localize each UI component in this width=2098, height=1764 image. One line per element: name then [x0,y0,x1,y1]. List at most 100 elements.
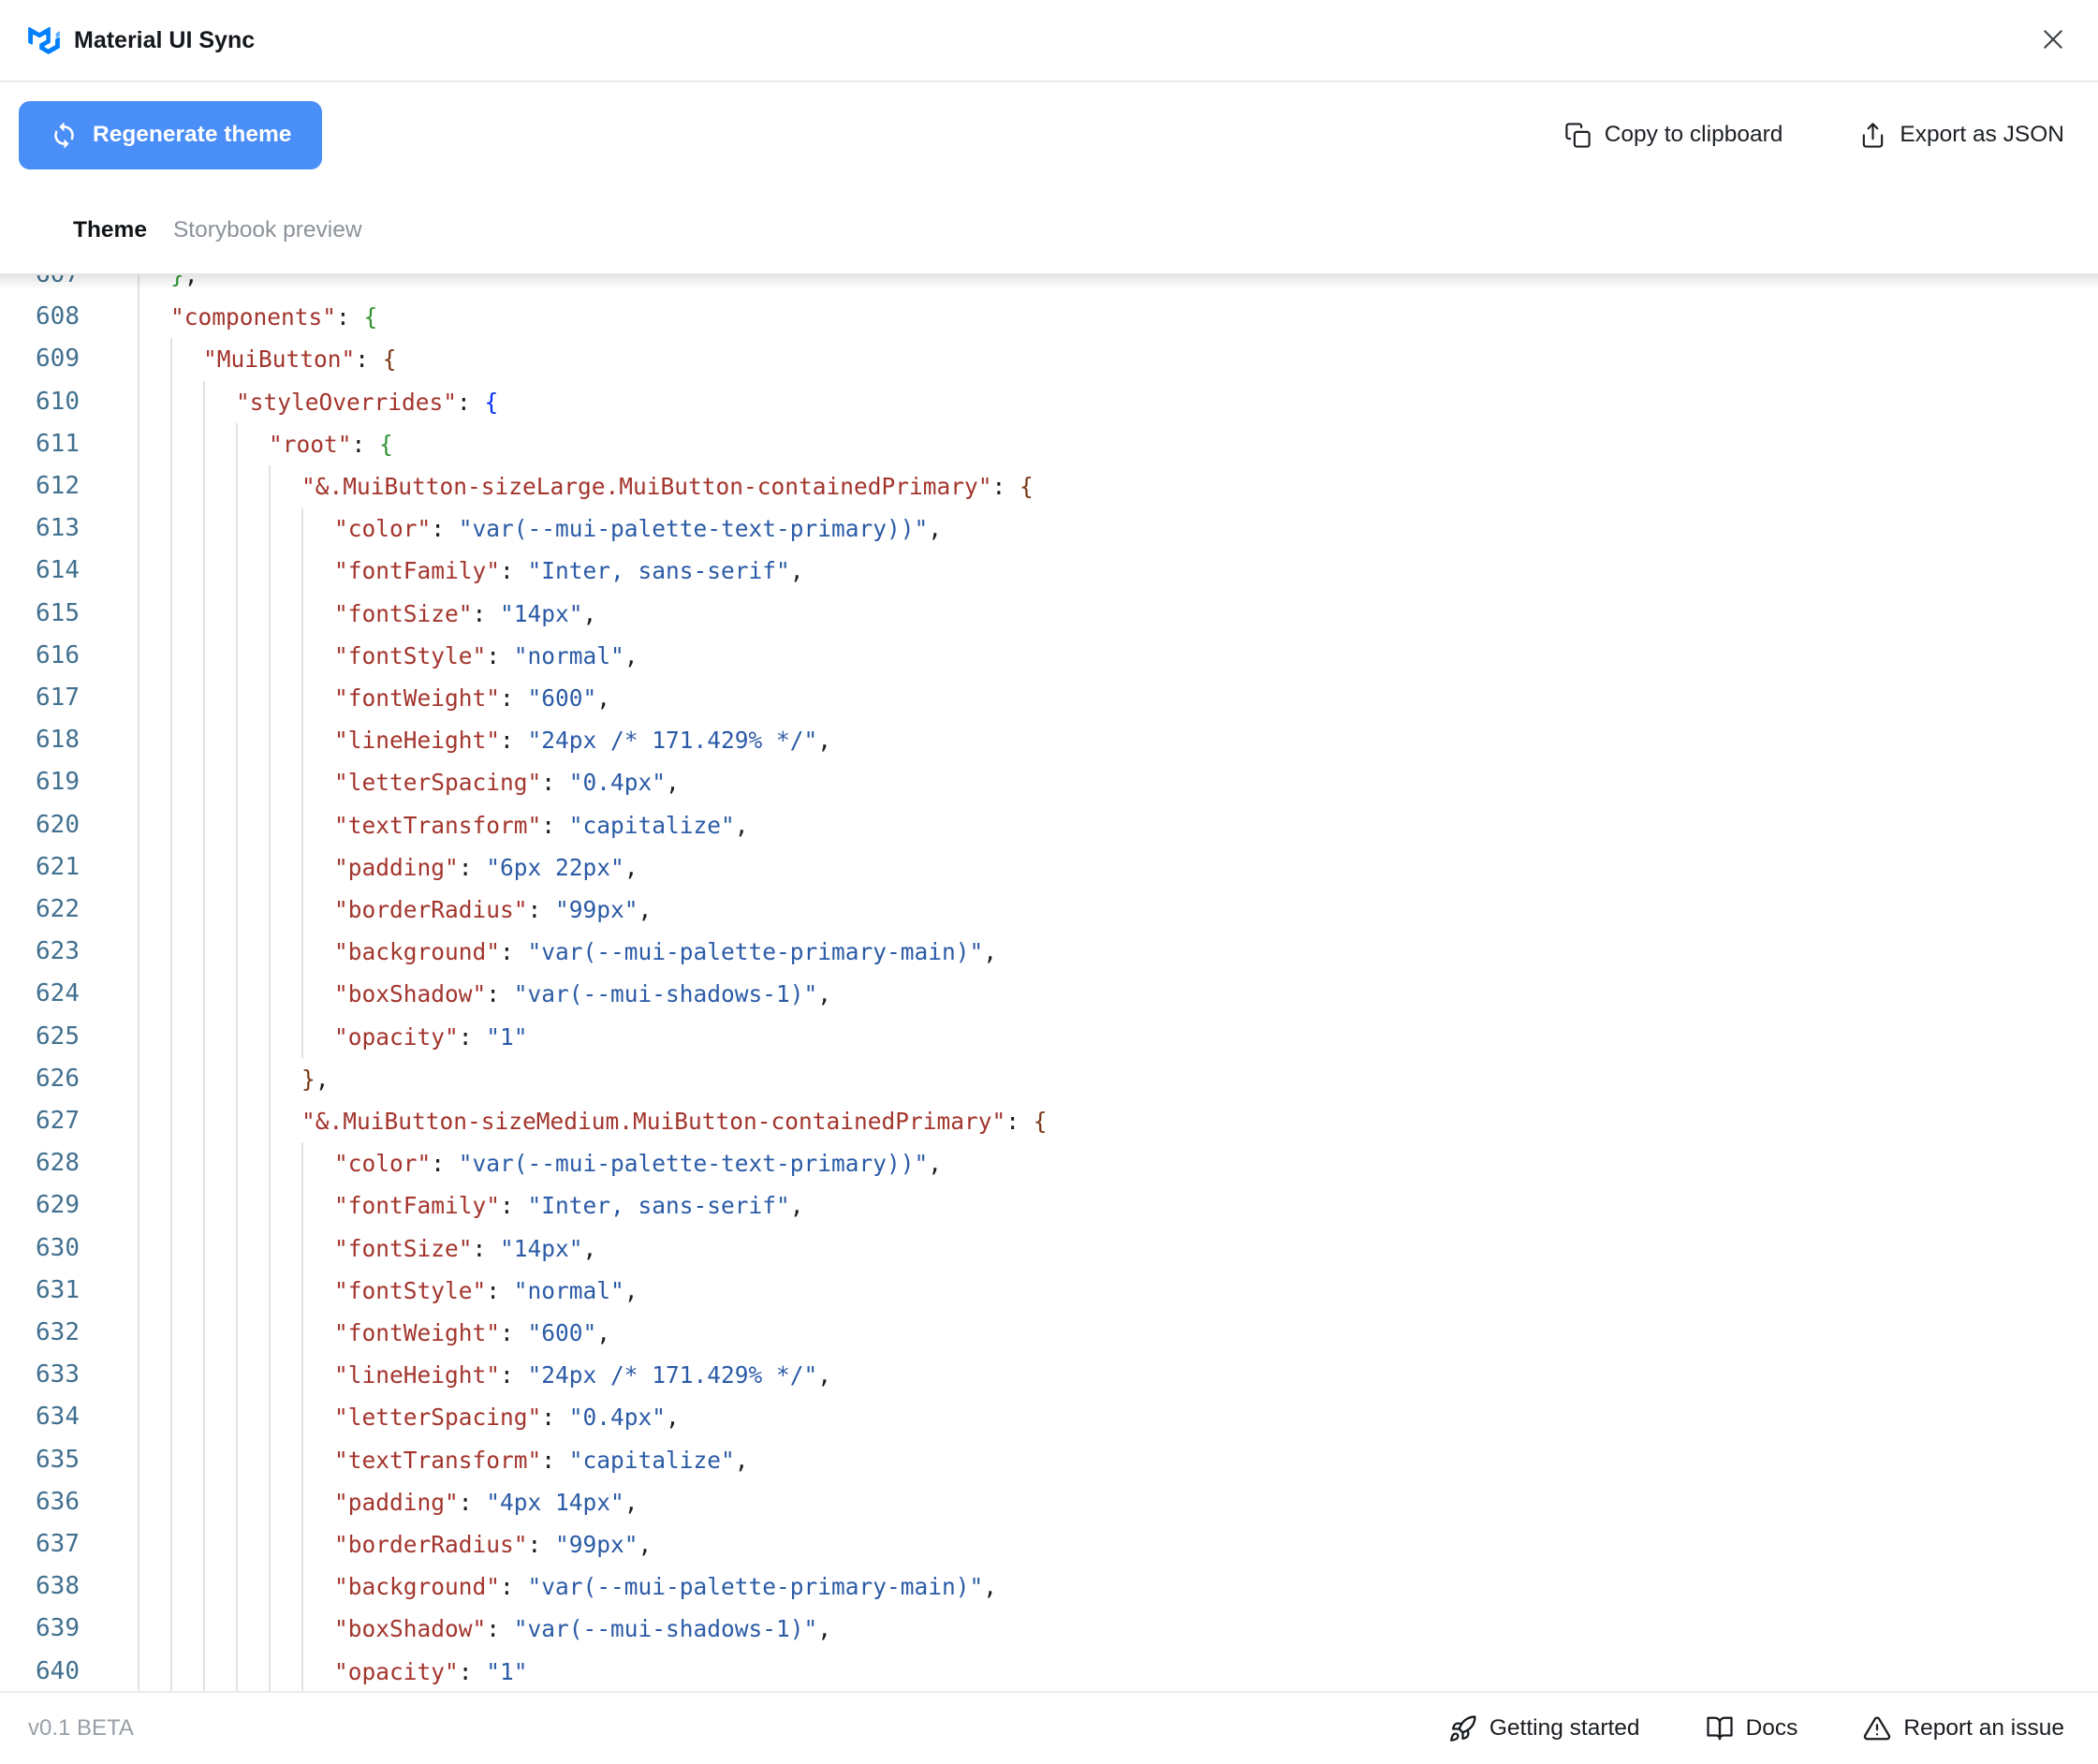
line-number: 635 [36,1445,80,1474]
indent-guide [301,719,303,762]
code-line[interactable]: 610 "styleOverrides": { [0,380,2098,423]
code-line[interactable]: 626}, [0,1057,2098,1100]
indent-guide [170,550,172,593]
code-line[interactable]: 615 "fontSize": "14px", [0,592,2098,635]
indent-guide [269,677,271,720]
code-line[interactable]: 616 "fontStyle": "normal", [0,634,2098,677]
indent-guide [236,1480,238,1523]
line-number: 640 [36,1656,80,1685]
code-line[interactable]: 617 "fontWeight": "600", [0,677,2098,720]
line-number: 639 [36,1614,80,1643]
code-line[interactable]: 632 "fontWeight": "600", [0,1312,2098,1355]
line-number: 631 [36,1275,80,1304]
code-line[interactable]: 639 "boxShadow": "var(--mui-shadows-1)", [0,1608,2098,1651]
close-button[interactable] [2025,11,2081,67]
indent-guide [203,1396,205,1439]
tab-theme[interactable]: Theme [73,217,147,243]
code-line[interactable]: 634 "letterSpacing": "0.4px", [0,1396,2098,1439]
indent-guide [236,1354,238,1397]
indent-guide [138,845,139,889]
indent-guide [203,1269,205,1312]
indent-guide [138,1142,139,1185]
indent-guide [269,465,271,508]
sync-icon [54,121,74,149]
indent-guide [203,1312,205,1355]
code-line[interactable]: 619 "letterSpacing": "0.4px", [0,761,2098,804]
code-line[interactable]: 620 "textTransform": "capitalize", [0,803,2098,846]
line-number: 620 [36,810,80,839]
copy-to-clipboard-button[interactable]: Copy to clipboard [1559,121,1789,150]
indent-guide [269,889,271,932]
indent-guide [301,931,303,974]
code-line[interactable]: 631 "fontStyle": "normal", [0,1269,2098,1312]
line-number: 627 [36,1107,80,1135]
indent-guide [170,507,172,551]
code-text: "background": "var(--mui-palette-primary… [334,938,998,966]
export-as-json-button[interactable]: Export as JSON [1854,121,2070,150]
code-line[interactable]: 636 "padding": "4px 14px", [0,1480,2098,1523]
code-text: "fontFamily": "Inter, sans-serif", [334,1192,804,1220]
indent-guide [203,1354,205,1397]
indent-guide [138,1312,139,1355]
code-line[interactable]: 613 "color": "var(--mui-palette-text-prim… [0,507,2098,551]
indent-guide [236,465,238,508]
code-line[interactable]: 622 "borderRadius": "99px", [0,889,2098,932]
code-line[interactable]: 637 "borderRadius": "99px", [0,1523,2098,1566]
code-line[interactable]: 612 "&.MuiButton-sizeLarge.MuiButton-cont… [0,465,2098,508]
code-line[interactable]: 628 "color": "var(--mui-palette-text-prim… [0,1142,2098,1185]
indent-guide [203,803,205,846]
docs-link[interactable]: Docs [1700,1713,1804,1743]
code-text: "components": { [170,303,378,331]
code-line[interactable]: 625 "opacity": "1" [0,1015,2098,1058]
indent-guide [170,845,172,889]
report-an-issue-link[interactable]: Report an issue [1857,1713,2070,1743]
code-editor[interactable]: 607}, 608 "components": {609 "MuiButton": {… [0,275,2098,1691]
line-number: 611 [36,429,80,458]
code-text: "fontStyle": "normal", [334,1276,638,1304]
code-line[interactable]: 638 "background": "var(--mui-palette-prim… [0,1566,2098,1609]
indent-guide [269,1608,271,1651]
footer-links: Getting started Docs Report an issue [1443,1713,2070,1744]
code-line[interactable]: 629 "fontFamily": "Inter, sans-serif", [0,1184,2098,1227]
getting-started-link[interactable]: Getting started [1443,1713,1646,1744]
indent-guide [301,507,303,551]
code-line[interactable]: 618 "lineHeight": "24px /* 171.429% */", [0,719,2098,762]
code-line[interactable]: 633 "lineHeight": "24px /* 171.429% */", [0,1354,2098,1397]
indent-guide [170,931,172,974]
indent-guide [301,1396,303,1439]
indent-guide [138,931,139,974]
indent-guide [170,634,172,677]
code-line[interactable]: 624 "boxShadow": "var(--mui-shadows-1)", [0,973,2098,1016]
indent-guide [203,973,205,1016]
code-line[interactable]: 614 "fontFamily": "Inter, sans-serif", [0,550,2098,593]
code-line[interactable]: 640 "opacity": "1" [0,1650,2098,1691]
code-line[interactable]: 621 "padding": "6px 22px", [0,845,2098,889]
code-line[interactable]: 609 "MuiButton": { [0,338,2098,381]
code-line[interactable]: 623 "background": "var(--mui-palette-prim… [0,931,2098,974]
indent-guide [269,1438,271,1481]
indent-guide [138,1523,139,1566]
indent-guide [236,761,238,804]
indent-guide [170,1608,172,1651]
regenerate-theme-button[interactable]: Regenerate theme [19,100,323,169]
indent-guide [301,1184,303,1227]
code-line[interactable]: 611 "root": { [0,422,2098,465]
indent-guide [301,1608,303,1651]
indent-guide [236,1227,238,1270]
code-line[interactable]: 630 "fontSize": "14px", [0,1227,2098,1270]
indent-guide [138,1566,139,1609]
toolbar-actions: Copy to clipboard Export as JSON [1559,121,2070,150]
line-number: 613 [36,514,80,543]
code-line[interactable]: 608 "components": { [0,296,2098,339]
indent-guide [170,465,172,508]
tab-storybook-preview[interactable]: Storybook preview [173,217,362,243]
code-line[interactable]: 607}, [0,275,2098,297]
indent-guide [138,1608,139,1651]
indent-guide [301,634,303,677]
regenerate-theme-label: Regenerate theme [93,122,292,147]
code-line[interactable]: 627 "&.MuiButton-sizeMedium.MuiButton-con… [0,1100,2098,1143]
indent-guide [138,296,139,339]
code-line[interactable]: 635 "textTransform": "capitalize", [0,1438,2098,1481]
indent-guide [170,1523,172,1566]
indent-guide [138,380,139,423]
